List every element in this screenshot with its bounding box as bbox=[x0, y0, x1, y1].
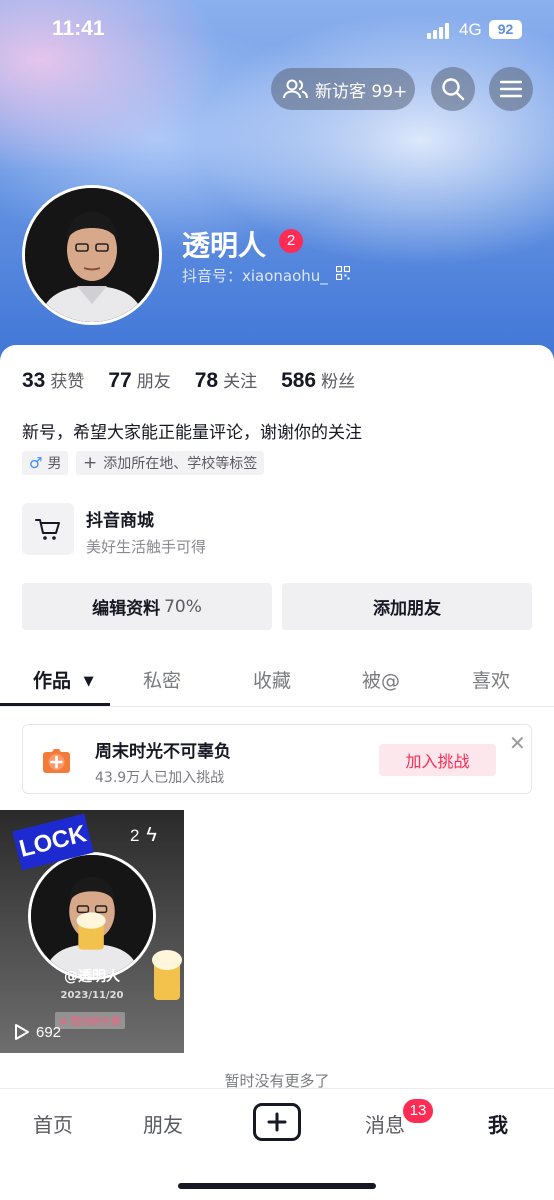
tab-label: 作品 bbox=[33, 670, 72, 692]
add-location-label: 添加所在地、学校等标签 bbox=[103, 456, 258, 472]
challenge-subtitle: 43.9万人已加入挑战 bbox=[95, 770, 225, 786]
stat-friends[interactable]: 77 朋友 bbox=[108, 367, 170, 393]
menu-icon bbox=[500, 80, 522, 98]
profile-username: 透明人 bbox=[182, 229, 267, 262]
nav-me[interactable]: 我 bbox=[488, 1109, 508, 1138]
signal-icon bbox=[427, 23, 453, 39]
play-count: 692 bbox=[14, 1023, 61, 1041]
shop-subtitle: 美好生活触手可得 bbox=[86, 538, 207, 556]
stat-likes[interactable]: 33 获赞 bbox=[22, 367, 84, 393]
play-icon bbox=[15, 1024, 29, 1040]
stat-followers[interactable]: 586 粉丝 bbox=[281, 367, 355, 393]
add-friend-button[interactable]: 添加朋友 bbox=[282, 583, 532, 630]
join-challenge-button[interactable]: 加入挑战 bbox=[379, 744, 496, 776]
username-badge[interactable]: 2 bbox=[279, 229, 303, 253]
stat-label: 朋友 bbox=[136, 372, 171, 392]
thumbnail-username: @透明人 bbox=[64, 969, 120, 985]
new-visitors-label: 新访客 99+ bbox=[315, 81, 408, 102]
profile-tabs: 作品 ▼ 私密 收藏 被@ 喜欢 bbox=[0, 658, 554, 706]
tab-private[interactable]: 私密 bbox=[143, 666, 181, 693]
close-icon[interactable]: ✕ bbox=[509, 731, 526, 755]
add-location-tag[interactable]: + 添加所在地、学校等标签 bbox=[76, 451, 265, 475]
home-indicator bbox=[178, 1183, 376, 1189]
thumbnail-avatar bbox=[28, 852, 156, 980]
gender-tag[interactable]: ♂ 男 bbox=[22, 451, 69, 475]
thumbnail-count-value: 2 bbox=[130, 826, 140, 845]
status-bar: 11:41 4G 92 bbox=[0, 0, 554, 60]
add-friend-label: 添加朋友 bbox=[373, 599, 441, 619]
play-count-value: 692 bbox=[36, 1023, 62, 1041]
plus-icon: + bbox=[83, 452, 98, 473]
profile-bio: 新号，希望大家能正能量评论，谢谢你的关注 bbox=[22, 423, 362, 443]
person-portrait-icon bbox=[31, 855, 153, 977]
search-icon bbox=[442, 78, 465, 101]
stat-number: 586 bbox=[281, 369, 317, 392]
shopping-cart-icon bbox=[35, 519, 60, 540]
thumbnail-hashtag: # 我的新头像 bbox=[55, 1012, 125, 1029]
challenge-banner[interactable]: 周末时光不可辜负 43.9万人已加入挑战 加入挑战 ✕ bbox=[22, 724, 532, 794]
challenge-title: 周末时光不可辜负 bbox=[95, 742, 231, 762]
messages-badge: 13 bbox=[403, 1099, 433, 1123]
tab-divider bbox=[0, 706, 554, 707]
nav-friends[interactable]: 朋友 bbox=[143, 1109, 183, 1138]
edit-profile-button[interactable]: 编辑资料 70% bbox=[22, 583, 272, 630]
profile-stats: 33 获赞 77 朋友 78 关注 586 粉丝 bbox=[22, 367, 379, 393]
visitors-icon bbox=[283, 79, 308, 99]
create-button[interactable] bbox=[253, 1103, 301, 1141]
thumbnail-date: 2023/11/20 bbox=[60, 990, 124, 1001]
nav-home[interactable]: 首页 bbox=[33, 1109, 73, 1138]
nav-messages[interactable]: 消息 bbox=[365, 1109, 405, 1138]
lightning-icon: ϟ bbox=[146, 824, 157, 846]
qr-code-icon[interactable] bbox=[336, 266, 350, 280]
video-thumbnail[interactable]: LOCK 2 ϟ @透明人 2023/11/20 # 我的新头像 692 bbox=[0, 810, 184, 1053]
network-type: 4G bbox=[459, 20, 482, 39]
tab-mentions[interactable]: 被@ bbox=[362, 666, 400, 693]
new-visitors-button[interactable]: 新访客 99+ bbox=[271, 68, 415, 110]
douyin-id[interactable]: 抖音号：xiaonaohu_ bbox=[182, 265, 328, 286]
status-time: 11:41 bbox=[52, 17, 105, 40]
stat-label: 关注 bbox=[223, 372, 258, 392]
stat-label: 粉丝 bbox=[321, 372, 356, 392]
stat-following[interactable]: 78 关注 bbox=[195, 367, 257, 393]
tab-favorites[interactable]: 收藏 bbox=[253, 666, 291, 693]
stat-number: 77 bbox=[108, 369, 132, 392]
battery-icon: 92 bbox=[489, 20, 522, 39]
dropdown-triangle-icon: ▼ bbox=[83, 674, 94, 689]
profile-avatar[interactable] bbox=[22, 185, 162, 325]
shop-title[interactable]: 抖音商城 bbox=[86, 506, 154, 531]
menu-button[interactable] bbox=[489, 67, 533, 111]
tab-likes[interactable]: 喜欢 bbox=[472, 666, 510, 693]
gender-label: 男 bbox=[47, 456, 62, 472]
profile-completion: 70% bbox=[164, 596, 202, 617]
edit-profile-label: 编辑资料 bbox=[92, 599, 161, 619]
stat-number: 78 bbox=[194, 369, 219, 392]
stat-number: 33 bbox=[22, 369, 46, 392]
person-portrait-icon bbox=[25, 188, 159, 322]
search-button[interactable] bbox=[431, 67, 475, 111]
male-icon: ♂ bbox=[29, 454, 43, 472]
thumbnail-count: 2 ϟ bbox=[130, 824, 157, 847]
tab-works[interactable]: 作品 ▼ bbox=[33, 666, 94, 693]
plus-icon bbox=[267, 1112, 287, 1132]
stat-label: 获赞 bbox=[50, 372, 85, 392]
shop-entry[interactable] bbox=[22, 503, 74, 555]
challenge-plus-icon bbox=[43, 749, 70, 773]
